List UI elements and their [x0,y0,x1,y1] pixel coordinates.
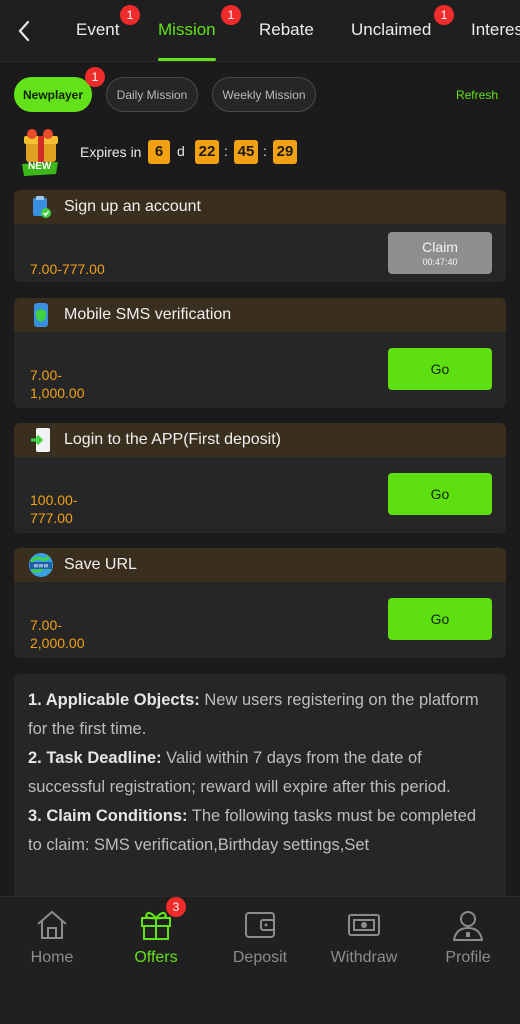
tab-event-badge: 1 [120,5,140,25]
tab-event[interactable]: Event [76,20,119,40]
tab-unclaimed-badge: 1 [434,5,454,25]
nav-withdraw[interactable]: Withdraw [312,897,416,987]
tab-rebate[interactable]: Rebate [259,20,314,40]
task-title: Save URL [64,556,137,573]
nav-label: Withdraw [330,949,398,966]
rule-item: 1. Applicable Objects: New users registe… [28,686,492,744]
nav-label: Offers [134,949,178,966]
task-card: Sign up an account 7.00-777.00 Claim 00:… [14,190,506,282]
bottom-nav: Home 3 Offers Deposit Withdraw Profile [0,896,520,1024]
subtab-weekly-mission[interactable]: Weekly Mission [212,77,316,112]
rule-head: 1. Applicable Objects: [28,691,200,709]
task-title: Login to the APP(First deposit) [64,431,281,448]
cash-icon [346,907,382,943]
task-title: Mobile SMS verification [64,306,232,323]
svg-text:www: www [34,563,49,570]
nav-profile[interactable]: Profile [416,897,520,987]
expires-label: Expires in [80,144,142,160]
nav-label: Profile [445,949,491,966]
top-tab-bar: Event 1 Mission 1 Rebate Unclaimed 1 Int… [0,0,520,62]
clipboard-check-icon [28,194,54,220]
subtab-label: Weekly Mission [222,87,306,102]
tab-label: Event [76,20,120,39]
tab-mission[interactable]: Mission [158,20,216,40]
rule-head: 2. Task Deadline: [28,749,162,767]
www-globe-icon: www [28,552,54,578]
task-card: www Save URL 7.00-2,000.00 Go [14,548,506,658]
back-button[interactable] [12,16,36,46]
home-icon [34,907,70,943]
go-button[interactable]: Go [388,473,492,515]
time-separator: : [263,143,267,159]
countdown-days: 6 [148,140,170,164]
claim-timer: 00:47:40 [422,257,458,267]
nav-home[interactable]: Home [0,897,104,987]
claim-button[interactable]: Claim 00:47:40 [388,232,492,274]
countdown-minutes: 45 [234,140,258,164]
wallet-icon [242,907,278,943]
task-title: Sign up an account [64,198,201,215]
nav-label: Deposit [232,949,288,966]
subtab-newplayer-badge: 1 [85,67,105,87]
tab-label: Mission [158,20,216,39]
tab-mission-badge: 1 [221,5,241,25]
refresh-link[interactable]: Refresh [456,88,498,102]
active-tab-indicator [158,58,216,61]
new-badge-text: NEW [28,161,52,172]
new-gift-icon: NEW [18,126,70,178]
go-label: Go [430,361,450,377]
go-label: Go [430,611,450,627]
rule-item: 2. Task Deadline: Valid within 7 days fr… [28,744,492,802]
task-reward: 7.00-777.00 [30,261,105,277]
chevron-left-icon [18,20,30,42]
nav-offers[interactable]: 3 Offers [104,897,208,987]
task-card: Mobile SMS verification 7.00-1,000.00 Go [14,298,506,408]
claim-label: Claim [422,239,458,255]
nav-label: Home [30,949,74,966]
rules-panel: 1. Applicable Objects: New users registe… [14,674,506,900]
rule-item: 3. Claim Conditions: The following tasks… [28,802,492,860]
task-header: www Save URL [14,548,506,582]
tab-unclaimed[interactable]: Unclaimed [351,20,431,40]
task-reward: 7.00-1,000.00 [30,367,85,401]
go-label: Go [430,486,450,502]
task-header: Mobile SMS verification [14,298,506,332]
tab-label: Unclaimed [351,20,432,39]
subtab-label: Newplayer [22,87,84,102]
subtab-label: Daily Mission [116,87,188,102]
tab-label: Interest [471,20,520,39]
task-reward: 100.00-777.00 [30,492,78,526]
user-icon [450,907,486,943]
offers-badge: 3 [166,897,186,917]
app-login-icon [28,427,54,453]
task-header: Login to the APP(First deposit) [14,423,506,457]
subtab-daily-mission[interactable]: Daily Mission [106,77,198,112]
countdown-seconds: 29 [273,140,297,164]
task-reward: 7.00-2,000.00 [30,617,85,651]
rule-head: 3. Claim Conditions: [28,807,188,825]
tab-interest[interactable]: Interest [471,20,520,40]
countdown-hours: 22 [195,140,219,164]
task-header: Sign up an account [14,190,506,224]
tab-label: Rebate [259,20,314,39]
task-card: Login to the APP(First deposit) 100.00-7… [14,423,506,533]
go-button[interactable]: Go [388,598,492,640]
day-unit: d [177,143,185,159]
subtab-newplayer[interactable]: Newplayer [14,77,92,112]
nav-deposit[interactable]: Deposit [208,897,312,987]
time-separator: : [224,143,228,159]
phone-shield-icon [28,302,54,328]
go-button[interactable]: Go [388,348,492,390]
